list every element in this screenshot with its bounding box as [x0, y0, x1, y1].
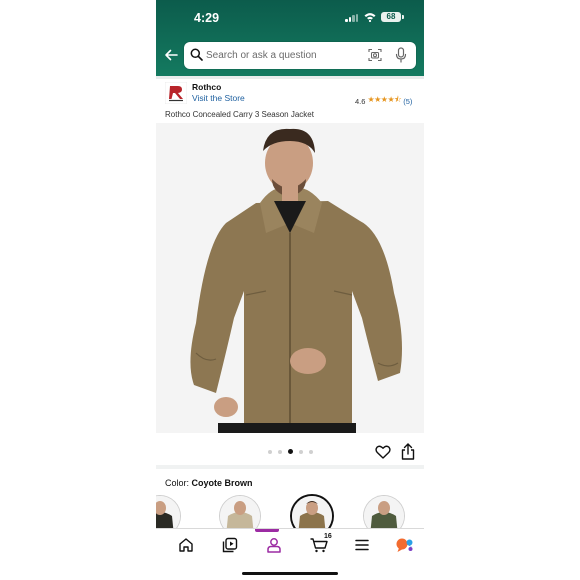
menu-icon — [355, 539, 369, 551]
section-divider — [156, 465, 424, 469]
nav-rufus[interactable] — [382, 529, 424, 559]
star-rating-icon: ★★★★⯪ — [367, 95, 402, 104]
rating-value: 4.6 — [355, 96, 366, 106]
back-arrow-icon[interactable] — [164, 48, 178, 62]
status-time: 4:29 — [194, 11, 220, 25]
cart-count-badge: 16 — [324, 533, 332, 540]
product-title: Rothco Concealed Carry 3 Season Jacket — [165, 110, 314, 119]
brand-logo[interactable] — [165, 82, 187, 104]
battery-level: 68 — [381, 12, 401, 22]
review-count: (5) — [403, 96, 413, 106]
image-carousel-dots — [268, 449, 313, 454]
carousel-dot[interactable] — [278, 449, 282, 454]
microphone-icon[interactable] — [395, 47, 407, 63]
selected-color-name: Coyote Brown — [191, 478, 253, 488]
nav-menu[interactable] — [340, 529, 384, 559]
nav-account[interactable] — [252, 529, 296, 559]
wifi-icon — [364, 13, 376, 22]
share-icon[interactable] — [401, 443, 415, 460]
search-bar[interactable] — [184, 42, 416, 69]
rating-summary[interactable]: 4.6 ★★★★⯪ (5) — [355, 94, 412, 108]
home-icon — [179, 538, 193, 552]
brand-name: Rothco — [192, 82, 222, 92]
nav-cart[interactable]: 16 — [296, 529, 340, 559]
product-image[interactable] — [156, 123, 424, 433]
nav-home[interactable] — [164, 529, 208, 559]
rufus-icon — [396, 538, 413, 552]
visit-store-link[interactable]: Visit the Store — [192, 93, 245, 103]
search-input[interactable] — [206, 45, 356, 65]
color-label-prefix: Color: — [165, 478, 190, 488]
app-header: 4:29 68 — [156, 0, 424, 76]
header-divider — [156, 76, 424, 79]
color-label: Color: Coyote Brown — [165, 478, 253, 488]
home-indicator — [242, 572, 338, 575]
nav-inspire[interactable] — [208, 529, 252, 559]
battery-tip — [402, 15, 404, 19]
signal-icon — [345, 14, 359, 22]
inspire-icon — [222, 537, 238, 553]
carousel-dot[interactable] — [268, 449, 272, 454]
account-icon — [267, 538, 281, 553]
phone-screen: 4:29 68 Search or ask a question Rothco … — [156, 0, 424, 580]
search-icon — [190, 48, 203, 61]
heart-icon[interactable] — [375, 444, 391, 460]
carousel-dot[interactable] — [299, 449, 303, 454]
carousel-dot-active[interactable] — [288, 449, 293, 454]
carousel-dot[interactable] — [309, 449, 313, 454]
camera-search-icon[interactable] — [368, 48, 382, 62]
